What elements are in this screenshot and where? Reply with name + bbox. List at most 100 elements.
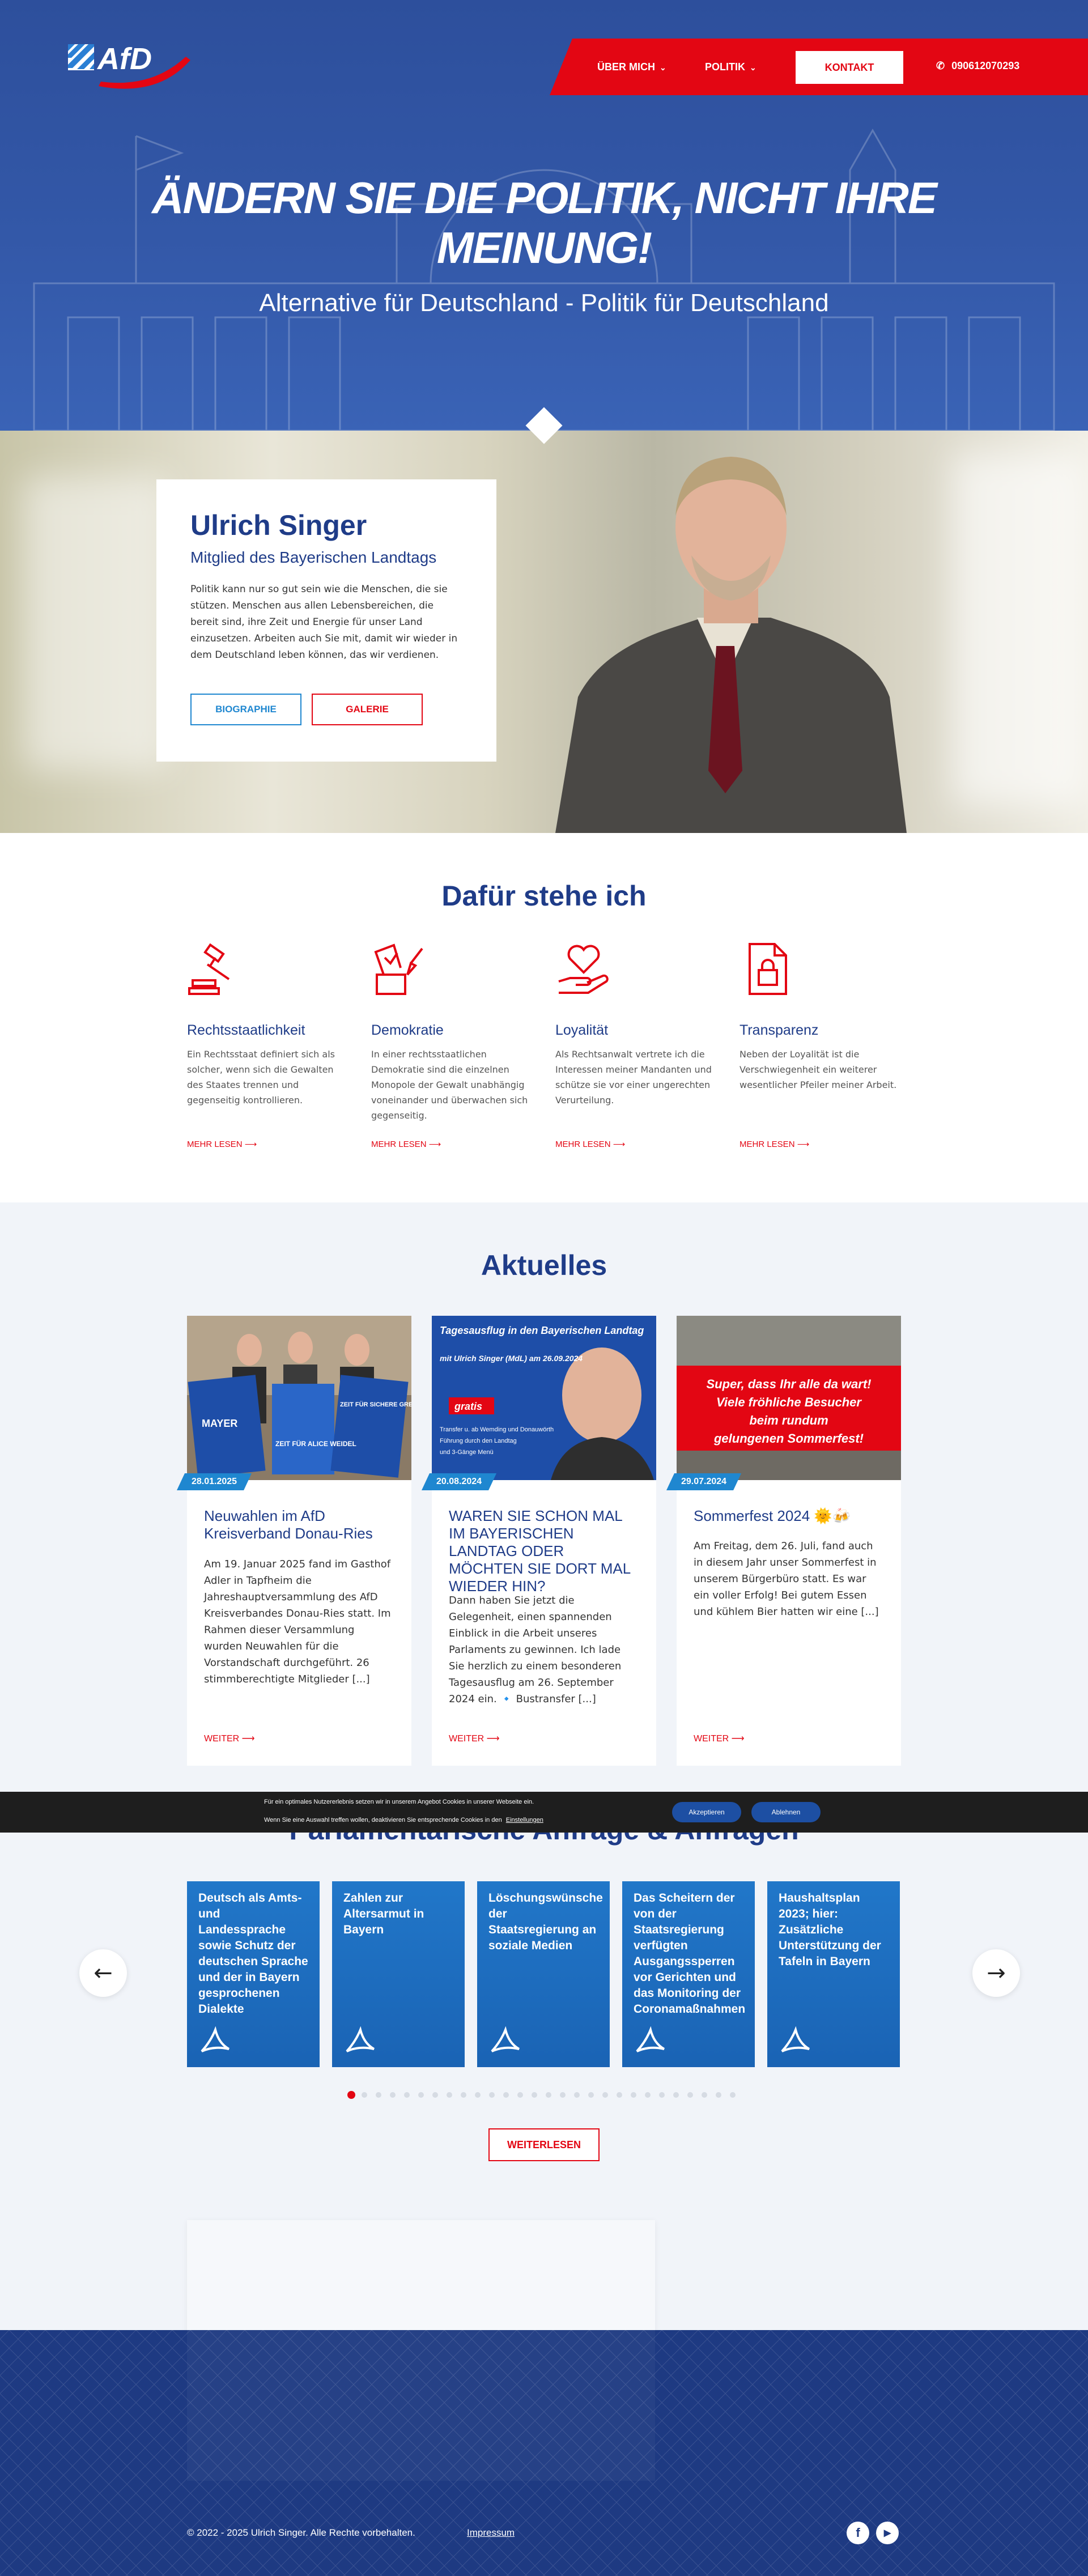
- carousel-dot[interactable]: [503, 2092, 509, 2098]
- news-title: Sommerfest 2024 🌞🍻: [694, 1507, 851, 1524]
- carousel-dot[interactable]: [362, 2092, 367, 2098]
- inquiry-card[interactable]: Haushaltsplan 2023; hier: Zusätzliche Un…: [767, 1881, 900, 2067]
- facebook-icon[interactable]: f: [847, 2522, 869, 2544]
- news-excerpt: Am Freitag, dem 26. Juli, fand auch in d…: [694, 1540, 879, 1618]
- weiter-link[interactable]: WEITER ⟶: [449, 1733, 500, 1744]
- arrow-right-icon: ⟶: [731, 1734, 745, 1744]
- carousel-dot[interactable]: [588, 2092, 594, 2098]
- phone-link[interactable]: ✆ 090612070293: [936, 60, 1019, 72]
- mehr-lesen-link[interactable]: MEHR LESEN ⟶: [371, 1139, 441, 1149]
- arrow-right-icon: ⟶: [486, 1734, 500, 1744]
- svg-text:ZEIT FÜR ALICE WEIDEL: ZEIT FÜR ALICE WEIDEL: [275, 1439, 356, 1448]
- carousel-next-button[interactable]: →: [972, 1949, 1020, 1997]
- svg-text:ZEIT FÜR SICHERE GRENZEN.: ZEIT FÜR SICHERE GRENZEN.: [340, 1401, 411, 1408]
- date-badge: 29.07.2024: [666, 1473, 741, 1490]
- value-text: In einer rechtsstaatlichen Demokratie si…: [371, 1049, 528, 1121]
- cookie-reject-button[interactable]: Ablehnen: [751, 1802, 821, 1822]
- lock-document-icon: [749, 943, 787, 995]
- gavel-icon: [188, 943, 230, 995]
- carousel-dot[interactable]: [447, 2092, 452, 2098]
- date-badge: 20.08.2024: [422, 1473, 496, 1490]
- value-title: Rechtsstaatlichkeit: [187, 1022, 305, 1038]
- carousel-dot[interactable]: [546, 2092, 551, 2098]
- carousel-dot[interactable]: [673, 2092, 679, 2098]
- carousel-dot[interactable]: [418, 2092, 424, 2098]
- arrow-right-icon: ⟶: [241, 1734, 255, 1744]
- svg-text:Super, dass Ihr alle da wart!: Super, dass Ihr alle da wart!: [707, 1377, 872, 1391]
- carousel-dot[interactable]: [702, 2092, 707, 2098]
- news-excerpt: Dann haben Sie jetzt die Gelegenheit, ei…: [449, 1595, 622, 1705]
- weiter-link[interactable]: WEITER ⟶: [694, 1733, 745, 1744]
- carousel-dot[interactable]: [602, 2092, 608, 2098]
- mehr-lesen-link[interactable]: MEHR LESEN ⟶: [555, 1139, 625, 1149]
- arrow-right-icon: ⟶: [244, 1140, 257, 1149]
- kontakt-button[interactable]: KONTAKT: [796, 51, 903, 84]
- carousel-dot[interactable]: [404, 2092, 410, 2098]
- carousel-dot[interactable]: [376, 2092, 381, 2098]
- svg-text:Viele fröhliche Besucher: Viele fröhliche Besucher: [716, 1395, 862, 1409]
- cookie-banner: Für ein optimales Nutzererlebnis setzen …: [0, 1792, 1088, 1833]
- carousel-prev-button[interactable]: ←: [79, 1949, 127, 1997]
- svg-text:Führung durch den Landtag: Führung durch den Landtag: [440, 1438, 517, 1444]
- news-card[interactable]: MAYER ZEIT FÜR ALICE WEIDEL ZEIT FÜR SIC…: [187, 1316, 411, 1766]
- weiterlesen-button[interactable]: WEITERLESEN: [488, 2128, 600, 2161]
- carousel-dot[interactable]: [617, 2092, 622, 2098]
- news-image: Tagesausflug in den Bayerischen Landtag …: [432, 1316, 656, 1480]
- carousel-dot[interactable]: [461, 2092, 466, 2098]
- cookie-text: Für ein optimales Nutzererlebnis setzen …: [264, 1799, 534, 1805]
- copyright: © 2022 - 2025 Ulrich Singer. Alle Rechte…: [187, 2527, 415, 2538]
- carousel-dot[interactable]: [489, 2092, 495, 2098]
- weiter-link[interactable]: WEITER ⟶: [204, 1733, 255, 1744]
- inquiry-title: Haushaltsplan 2023; hier: Zusätzliche Un…: [779, 1891, 881, 1968]
- svg-text:gratis: gratis: [454, 1401, 482, 1412]
- mehr-lesen-link[interactable]: MEHR LESEN ⟶: [187, 1139, 257, 1149]
- cookie-accept-button[interactable]: Akzeptieren: [672, 1802, 741, 1822]
- news-card[interactable]: Tagesausflug in den Bayerischen Landtag …: [432, 1316, 656, 1766]
- carousel-dot[interactable]: [645, 2092, 651, 2098]
- pdf-icon: [346, 2026, 375, 2052]
- carousel-dot[interactable]: [574, 2092, 580, 2098]
- carousel-dot[interactable]: [432, 2092, 438, 2098]
- mehr-lesen-link[interactable]: MEHR LESEN ⟶: [740, 1139, 809, 1149]
- arrow-right-icon: ⟶: [797, 1140, 810, 1149]
- carousel-dot[interactable]: [347, 2091, 355, 2099]
- inquiry-title: Das Scheitern der von der Staatsregierun…: [634, 1891, 746, 2016]
- carousel-dot[interactable]: [390, 2092, 396, 2098]
- cookie-settings-link[interactable]: Einstellungen: [506, 1817, 543, 1823]
- arrow-right-icon: →: [987, 1960, 1006, 1986]
- profile-card: Ulrich Singer Mitglied des Bayerischen L…: [156, 479, 496, 762]
- nav-ueber-mich[interactable]: ÜBER MICH ⌄: [597, 61, 666, 73]
- carousel-dot[interactable]: [532, 2092, 537, 2098]
- carousel-dot[interactable]: [631, 2092, 636, 2098]
- impressum-link[interactable]: Impressum: [467, 2527, 515, 2539]
- inquiry-card[interactable]: Löschungswünsche der Staatsregierung an …: [477, 1881, 610, 2067]
- nav-politik[interactable]: POLITIK ⌄: [705, 61, 756, 73]
- value-text: Als Rechtsanwalt vertrete ich die Intere…: [555, 1049, 712, 1106]
- news-image: Super, dass Ihr alle da wart! Viele fröh…: [677, 1316, 901, 1480]
- date-badge: 28.01.2025: [177, 1473, 252, 1490]
- afd-logo[interactable]: AfD: [67, 34, 192, 96]
- carousel-dot[interactable]: [687, 2092, 693, 2098]
- arrow-right-icon: ⟶: [613, 1140, 626, 1149]
- inquiry-title: Löschungswünsche der Staatsregierung an …: [488, 1891, 603, 1952]
- inquiry-card[interactable]: Deutsch als Amts- und Landessprache sowi…: [187, 1881, 320, 2067]
- galerie-button[interactable]: GALERIE: [312, 694, 423, 725]
- news-card[interactable]: Super, dass Ihr alle da wart! Viele fröh…: [677, 1316, 901, 1766]
- carousel-dot[interactable]: [475, 2092, 481, 2098]
- carousel-dot[interactable]: [560, 2092, 566, 2098]
- value-title: Demokratie: [371, 1022, 444, 1038]
- pdf-icon: [491, 2026, 520, 2052]
- youtube-icon[interactable]: ▶: [876, 2522, 899, 2544]
- hero-subtitle: Alternative für Deutschland - Politik fü…: [259, 289, 829, 317]
- biographie-button[interactable]: BIOGRAPHIE: [190, 694, 301, 725]
- carousel-dot[interactable]: [659, 2092, 665, 2098]
- heart-hand-icon: [558, 945, 609, 994]
- pdf-icon: [636, 2026, 665, 2052]
- arrow-left-icon: ←: [94, 1960, 113, 1986]
- carousel-dot[interactable]: [517, 2092, 523, 2098]
- svg-text:und 3-Gänge Menü: und 3-Gänge Menü: [440, 1449, 494, 1456]
- inquiry-card[interactable]: Das Scheitern der von der Staatsregierun…: [622, 1881, 755, 2067]
- carousel-dot[interactable]: [730, 2092, 736, 2098]
- carousel-dot[interactable]: [716, 2092, 721, 2098]
- inquiry-card[interactable]: Zahlen zur Altersarmut in Bayern: [332, 1881, 465, 2067]
